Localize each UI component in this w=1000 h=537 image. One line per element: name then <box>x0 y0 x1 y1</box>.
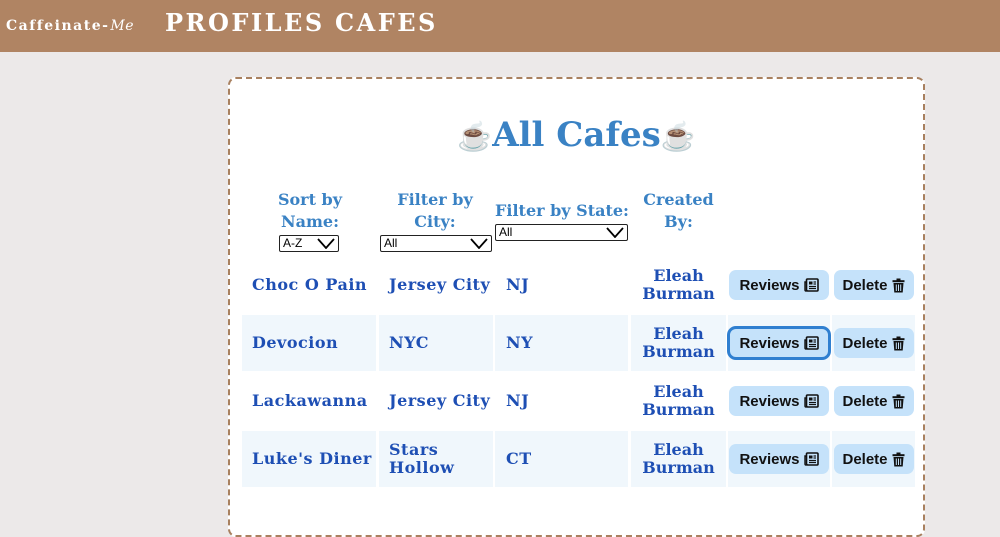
sort-by-name-header: Sort by Name: <box>260 189 360 233</box>
chevron-down-icon <box>317 238 335 249</box>
table-row: Luke's Diner Stars Hollow CT Eleah Burman… <box>242 431 915 487</box>
created-by-last: Burman <box>642 284 715 303</box>
chevron-down-icon <box>606 227 624 238</box>
delete-button[interactable]: Delete <box>833 270 914 300</box>
table-row: Devocion NYC NY Eleah Burman Reviews Dele… <box>242 315 915 371</box>
chevron-down-icon <box>470 238 488 249</box>
cafe-created-by: Eleah Burman <box>631 257 726 313</box>
cafe-city: NYC <box>379 315 493 371</box>
cafe-state: NY <box>495 315 628 371</box>
created-by-last: Burman <box>642 458 715 477</box>
delete-label: Delete <box>842 450 888 468</box>
reviews-cell: Reviews <box>728 373 830 429</box>
created-label-line1: Created <box>643 190 714 209</box>
filter-state-header: Filter by State: <box>495 201 629 220</box>
state-select-value: All <box>499 225 513 239</box>
navbar: Caffeinate-Me PROFILES CAFES <box>0 0 1000 52</box>
reviews-button[interactable]: Reviews <box>729 444 829 474</box>
cafe-created-by: Eleah Burman <box>631 431 726 487</box>
reviews-cell: Reviews <box>728 431 830 487</box>
coffee-icon: ☕ <box>457 120 493 153</box>
trash-icon <box>892 278 905 292</box>
reviews-button[interactable]: Reviews <box>729 386 829 416</box>
city-label-line2: City: <box>414 212 456 231</box>
delete-label: Delete <box>842 334 888 352</box>
reviews-label: Reviews <box>739 392 800 410</box>
cafe-city: Stars Hollow <box>379 431 493 487</box>
nav-link-cafes[interactable]: CAFES <box>335 8 438 37</box>
created-by-first: Eleah <box>653 266 704 285</box>
delete-label: Delete <box>842 392 888 410</box>
sort-select-value: A-Z <box>283 236 303 250</box>
nav-link-profiles[interactable]: PROFILES <box>165 8 325 37</box>
reviews-cell: Reviews <box>727 315 831 371</box>
city-label-line1: Filter by <box>397 190 473 209</box>
cafe-name: Devocion <box>242 315 376 371</box>
cafes-card: ☕All Cafes☕ Sort by Name: A-Z Filter by … <box>228 77 925 537</box>
brand-main: Caffeinate- <box>6 18 110 34</box>
brand-script: Me <box>110 18 135 34</box>
newspaper-icon <box>803 336 819 350</box>
reviews-label: Reviews <box>739 334 800 352</box>
city-select-value: All <box>384 236 398 250</box>
created-by-last: Burman <box>642 400 715 419</box>
filter-city-header: Filter by City: <box>385 189 485 233</box>
sort-label-line2: Name: <box>280 212 339 231</box>
page-title-text: All Cafes <box>492 115 661 155</box>
cafe-state: NJ <box>506 275 530 294</box>
table-row: Choc O Pain Jersey City NJ Eleah Burman R… <box>242 257 915 313</box>
reviews-cell: Reviews <box>728 257 830 313</box>
created-by-last: Burman <box>642 342 715 361</box>
delete-button[interactable]: Delete <box>833 328 914 358</box>
cafe-name: Lackawanna <box>252 391 368 410</box>
cafe-city: Jersey City <box>389 275 491 294</box>
cafe-name: Choc O Pain <box>252 275 368 294</box>
delete-cell: Delete <box>832 373 915 429</box>
state-select[interactable]: All <box>495 224 628 241</box>
cafe-name: Luke's Diner <box>242 431 376 487</box>
cafe-created-by: Eleah Burman <box>631 373 726 429</box>
newspaper-icon <box>803 452 819 466</box>
page-title: ☕All Cafes☕ <box>230 115 923 155</box>
delete-cell: Delete <box>832 257 915 313</box>
sort-select[interactable]: A-Z <box>279 235 339 252</box>
trash-icon <box>892 452 905 466</box>
cafe-state: NJ <box>506 391 530 410</box>
coffee-icon: ☕ <box>660 120 696 153</box>
created-label-line2: By: <box>664 212 693 231</box>
trash-icon <box>892 336 905 350</box>
cafe-created-by: Eleah Burman <box>631 315 726 371</box>
delete-cell: Delete <box>832 431 915 487</box>
delete-cell: Delete <box>832 315 915 371</box>
cafe-state: CT <box>495 431 628 487</box>
trash-icon <box>892 394 905 408</box>
created-by-first: Eleah <box>653 324 704 343</box>
city-select[interactable]: All <box>380 235 492 252</box>
reviews-label: Reviews <box>739 276 800 294</box>
newspaper-icon <box>803 278 819 292</box>
reviews-button[interactable]: Reviews <box>729 270 829 300</box>
cafe-city: Jersey City <box>389 391 491 410</box>
created-by-first: Eleah <box>653 382 704 401</box>
reviews-label: Reviews <box>739 450 800 468</box>
newspaper-icon <box>803 394 819 408</box>
created-by-header: Created By: <box>631 189 726 233</box>
delete-button[interactable]: Delete <box>833 386 914 416</box>
reviews-button[interactable]: Reviews <box>727 326 831 360</box>
created-by-first: Eleah <box>653 440 704 459</box>
sort-label-line1: Sort by <box>277 190 343 209</box>
table-row: Lackawanna Jersey City NJ Eleah Burman Re… <box>242 373 915 429</box>
delete-label: Delete <box>842 276 888 294</box>
delete-button[interactable]: Delete <box>833 444 914 474</box>
brand-logo[interactable]: Caffeinate-Me <box>6 18 134 34</box>
